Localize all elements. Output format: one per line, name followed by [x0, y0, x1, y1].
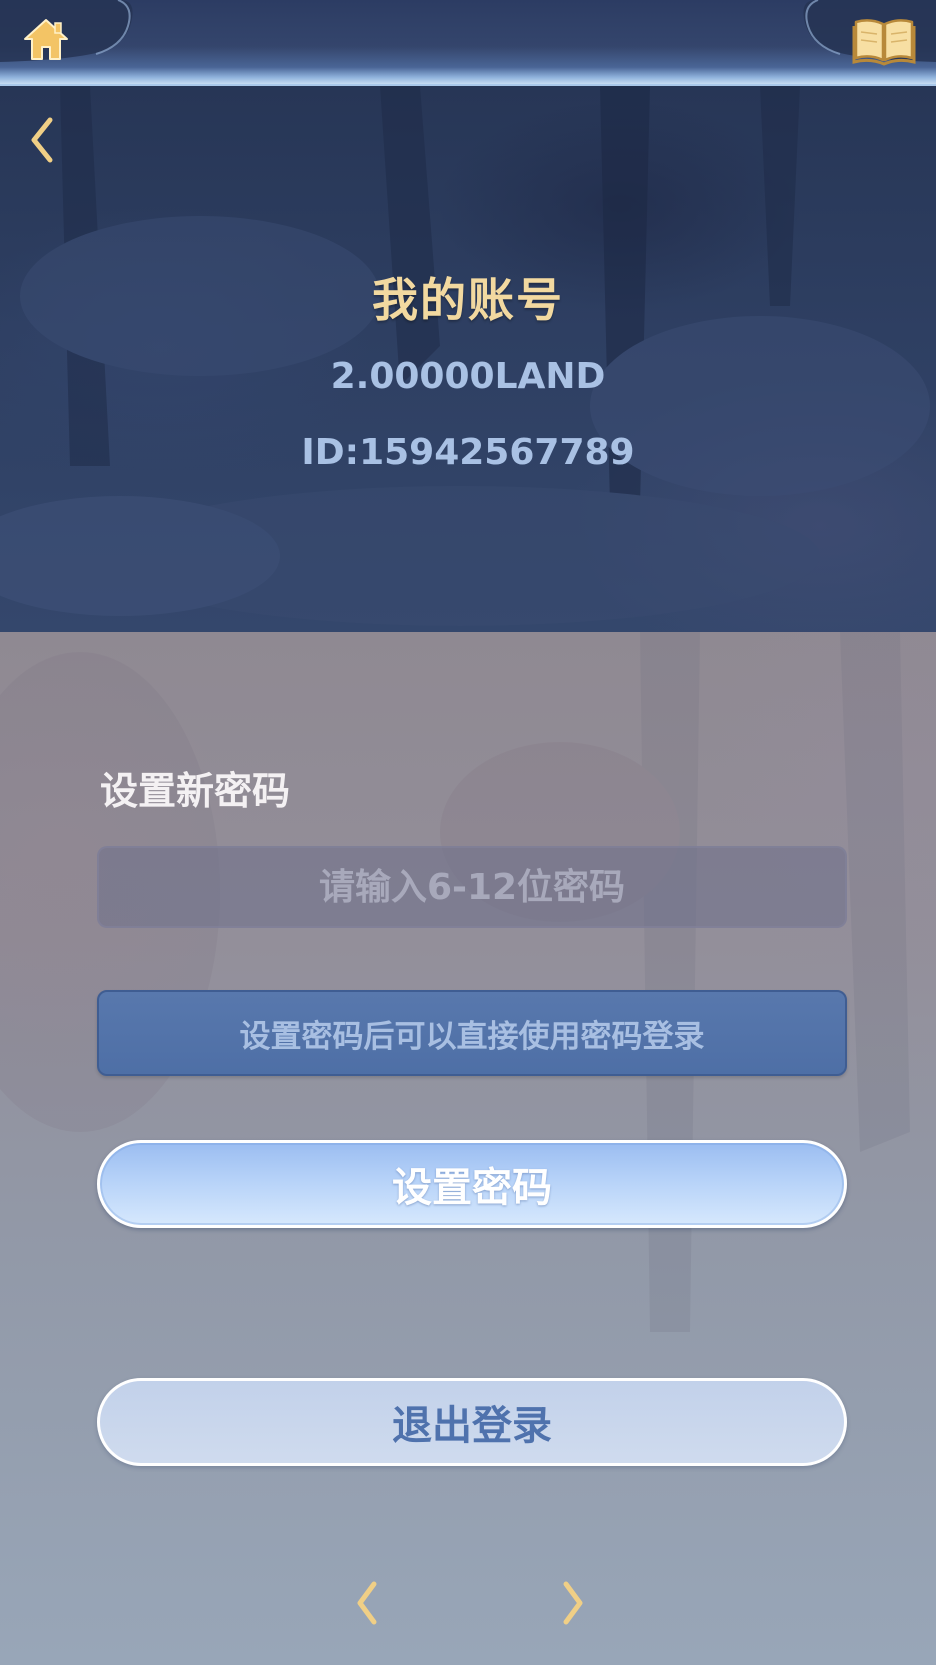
password-input[interactable]	[97, 846, 847, 928]
home-icon[interactable]	[22, 16, 70, 64]
app-screen: 我的账号 2.00000LAND ID:15942567789 设置新密码 设置…	[0, 0, 936, 1665]
prev-page-chevron-icon[interactable]	[350, 1578, 384, 1628]
account-id: ID:15942567789	[301, 432, 635, 473]
set-password-button[interactable]: 设置密码	[97, 1140, 847, 1228]
logout-button[interactable]: 退出登录	[97, 1378, 847, 1466]
token-balance: 2.00000LAND	[330, 356, 606, 397]
account-title: 我的账号	[372, 273, 564, 327]
password-panel: 设置新密码 设置密码后可以直接使用密码登录 设置密码 退出登录	[0, 632, 936, 1665]
account-header: 我的账号 2.00000LAND ID:15942567789	[0, 86, 936, 632]
password-hint: 设置密码后可以直接使用密码登录	[97, 990, 847, 1076]
new-password-label: 设置新密码	[100, 769, 291, 813]
back-chevron-icon[interactable]	[22, 112, 62, 168]
top-bar	[0, 0, 936, 86]
next-page-chevron-icon[interactable]	[556, 1578, 590, 1628]
book-icon[interactable]	[852, 14, 916, 66]
